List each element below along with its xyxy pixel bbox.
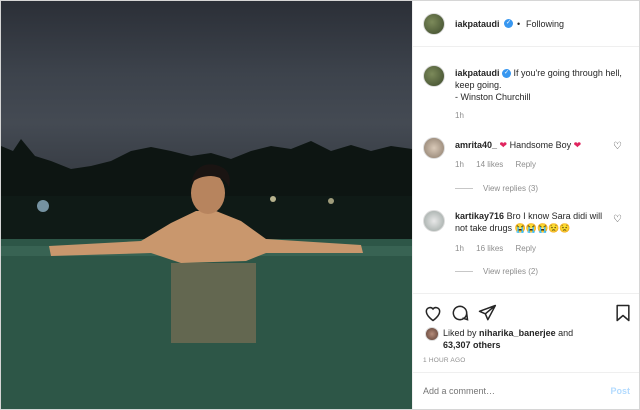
comment-text-block: kartikay716 Bro I know Sara didi will no…	[455, 210, 605, 234]
view-replies[interactable]: View replies (3)	[455, 184, 538, 193]
caption-text-block: iakpataudi ✓ If you're going through hel…	[455, 67, 625, 103]
likes-and: and	[558, 328, 574, 338]
comment-item: amrita40_ ❤ Handsome Boy ❤ ♡ 1h 14 likes…	[413, 133, 639, 195]
view-replies-label[interactable]: View replies (3)	[483, 184, 538, 193]
heart-emoji-icon: ❤	[573, 140, 582, 150]
likes-text: Liked by niharika_banerjee and 63,307 ot…	[443, 327, 633, 351]
comment-avatar[interactable]	[423, 210, 445, 232]
comment-text-block: amrita40_ ❤ Handsome Boy ❤	[455, 139, 615, 151]
post-comment-button[interactable]: Post	[610, 386, 630, 396]
view-replies[interactable]: View replies (2)	[455, 267, 538, 276]
comment-text: Handsome Boy	[509, 140, 572, 150]
caption-avatar[interactable]	[423, 65, 445, 87]
divider	[413, 372, 639, 373]
verified-icon: ✓	[504, 19, 513, 28]
liker-avatar[interactable]	[425, 327, 439, 341]
comment-reply-button[interactable]: Reply	[516, 244, 536, 253]
post-header: iakpataudi ✓ • Following	[413, 1, 639, 46]
caption-username[interactable]: iakpataudi	[455, 68, 500, 78]
caption-attribution: - Winston Churchill	[455, 92, 531, 102]
comment-reply-button[interactable]: Reply	[516, 160, 536, 169]
caption-time: 1h	[455, 111, 464, 120]
post-sidebar: iakpataudi ✓ • Following iakpataudi ✓ If…	[412, 1, 639, 409]
liked-by-label: Liked by	[443, 328, 477, 338]
comment-avatar[interactable]	[423, 137, 445, 159]
comment-username[interactable]: amrita40_	[455, 140, 497, 150]
post-timestamp: 1 HOUR AGO	[423, 357, 466, 364]
dot-separator: •	[517, 19, 521, 29]
emoji-row: 😭😭😭😟😟	[514, 223, 571, 233]
comment-icon[interactable]	[450, 303, 470, 323]
comment-username[interactable]: kartikay716	[455, 211, 504, 221]
view-replies-label[interactable]: View replies (2)	[483, 267, 538, 276]
comment-like-heart-icon[interactable]: ♡	[613, 214, 622, 225]
avatar[interactable]	[423, 13, 445, 35]
comment-meta: 1h 14 likes Reply	[455, 160, 536, 169]
comment-like-heart-icon[interactable]: ♡	[613, 141, 622, 152]
comment-time: 1h	[455, 244, 464, 253]
photo-scene	[1, 139, 412, 409]
header-username[interactable]: iakpataudi	[455, 18, 500, 30]
bookmark-icon[interactable]	[613, 303, 633, 323]
divider	[413, 293, 639, 294]
comment-meta: 1h 16 likes Reply	[455, 244, 536, 253]
post-photo[interactable]	[1, 1, 412, 409]
comment-item: kartikay716 Bro I know Sara didi will no…	[413, 206, 639, 286]
comment-likes[interactable]: 14 likes	[476, 160, 503, 169]
verified-icon: ✓	[502, 69, 512, 79]
heart-emoji-icon: ❤	[499, 140, 508, 150]
comment-likes[interactable]: 16 likes	[476, 244, 503, 253]
caption: iakpataudi ✓ If you're going through hel…	[413, 61, 639, 123]
likes-summary: Liked by niharika_banerjee and 63,307 ot…	[413, 327, 639, 353]
liker-username[interactable]: niharika_banerjee	[479, 328, 556, 338]
divider	[413, 46, 639, 47]
add-comment-input[interactable]	[421, 381, 595, 401]
heart-icon[interactable]	[423, 303, 443, 323]
following-button[interactable]: Following	[526, 18, 564, 30]
share-icon[interactable]	[477, 303, 497, 323]
likes-count[interactable]: 63,307 others	[443, 340, 501, 350]
comment-time: 1h	[455, 160, 464, 169]
post-modal: iakpataudi ✓ • Following iakpataudi ✓ If…	[0, 0, 640, 410]
reply-line	[455, 188, 473, 190]
reply-line	[455, 271, 473, 273]
